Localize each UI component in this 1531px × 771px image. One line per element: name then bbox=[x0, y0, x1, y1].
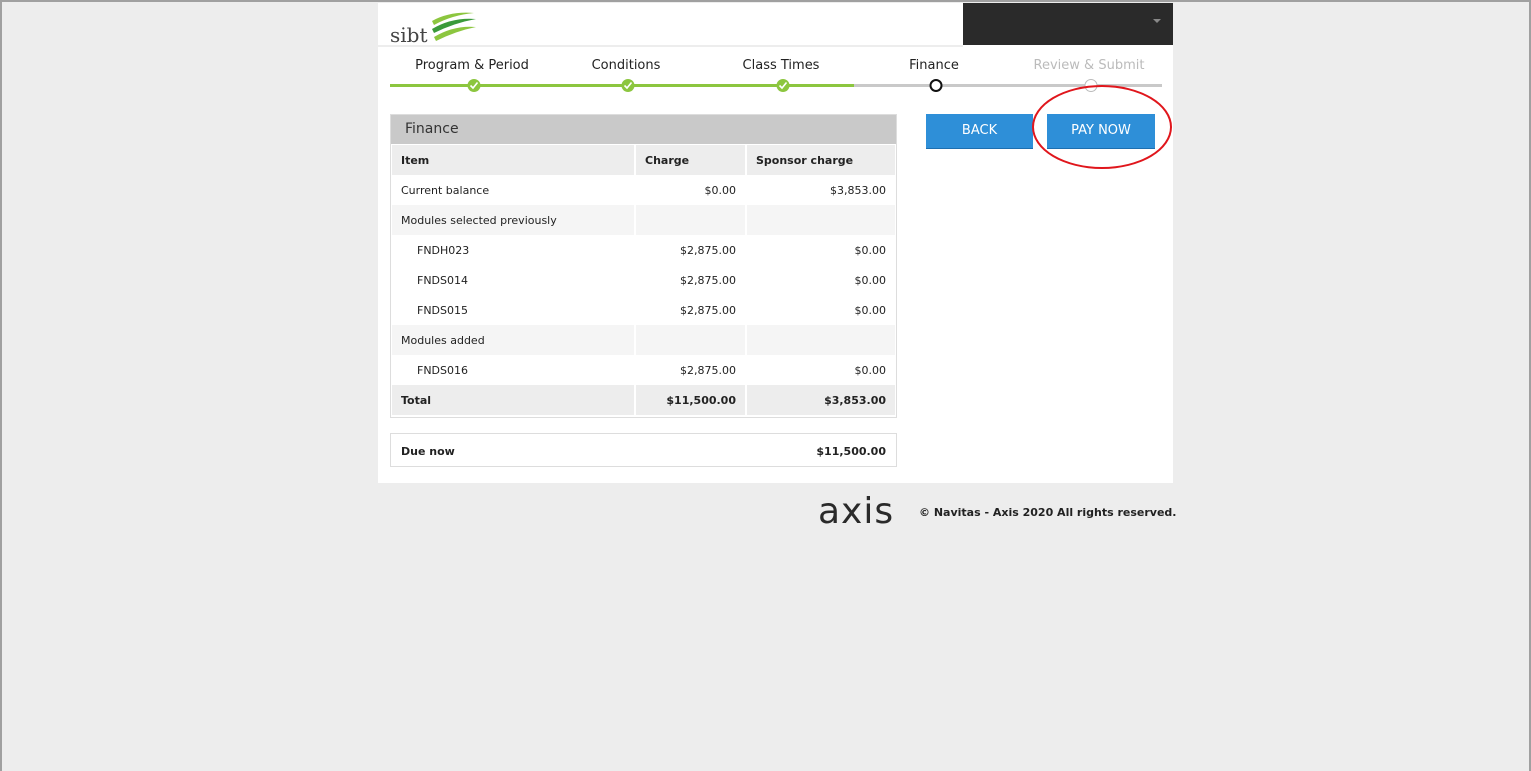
table-row: Modules selected previously bbox=[392, 205, 895, 235]
cell-charge: $2,875.00 bbox=[634, 295, 745, 325]
swoosh-icon bbox=[432, 12, 476, 41]
due-now-box: Due now $11,500.00 bbox=[390, 433, 897, 467]
main-card: sibt Program & Period Conditions Class T… bbox=[378, 3, 1173, 483]
cell-item: Modules selected previously bbox=[392, 205, 634, 235]
table-row: Modules added bbox=[392, 325, 895, 355]
pay-now-button[interactable]: PAY NOW bbox=[1047, 114, 1155, 148]
finance-panel: Finance Item Charge Sponsor charge Curre… bbox=[390, 114, 897, 418]
step-label-class-times[interactable]: Class Times bbox=[743, 58, 820, 73]
check-icon bbox=[469, 81, 479, 90]
header-divider bbox=[378, 45, 963, 47]
cell-sponsor-charge bbox=[745, 325, 895, 355]
cell-charge: $2,875.00 bbox=[634, 355, 745, 385]
cell-sponsor-charge: $3,853.00 bbox=[745, 175, 895, 205]
table-row: FNDS016 $2,875.00 $0.00 bbox=[392, 355, 895, 385]
table-row: FNDS014 $2,875.00 $0.00 bbox=[392, 265, 895, 295]
finance-table: Item Charge Sponsor charge Current balan… bbox=[392, 145, 895, 415]
total-label: Total bbox=[392, 385, 634, 415]
cell-item: Current balance bbox=[401, 183, 490, 197]
axis-logo: axis bbox=[818, 491, 895, 532]
step-label-finance[interactable]: Finance bbox=[909, 58, 959, 73]
due-now-label: Due now bbox=[401, 445, 455, 458]
column-header-item: Item bbox=[392, 145, 634, 175]
check-icon bbox=[778, 81, 788, 90]
column-header-sponsor-charge: Sponsor charge bbox=[745, 145, 895, 175]
cell-sponsor-charge: $0.00 bbox=[745, 355, 895, 385]
step-label-program-period[interactable]: Program & Period bbox=[415, 58, 529, 73]
total-sponsor-charge: $3,853.00 bbox=[745, 385, 895, 415]
back-button[interactable]: BACK bbox=[926, 114, 1033, 148]
table-row: FNDS015 $2,875.00 $0.00 bbox=[392, 295, 895, 325]
cell-item: Modules added bbox=[392, 325, 634, 355]
column-header-charge: Charge bbox=[634, 145, 745, 175]
step-node-review-submit bbox=[1084, 79, 1098, 92]
step-node-finance[interactable] bbox=[929, 79, 943, 92]
cell-sponsor-charge bbox=[745, 205, 895, 235]
finance-panel-title: Finance bbox=[391, 115, 896, 144]
check-icon bbox=[623, 81, 633, 90]
due-now-amount: $11,500.00 bbox=[816, 445, 886, 458]
cell-item: FNDH023 bbox=[417, 243, 470, 257]
step-node-conditions[interactable] bbox=[621, 79, 635, 92]
copyright-text: © Navitas - Axis 2020 All rights reserve… bbox=[919, 506, 1177, 519]
cell-item: FNDS015 bbox=[417, 303, 469, 317]
user-menu-dropdown[interactable] bbox=[963, 3, 1173, 45]
step-node-program-period[interactable] bbox=[467, 79, 481, 92]
cell-item: FNDS016 bbox=[417, 363, 469, 377]
caret-down-icon bbox=[1153, 19, 1161, 23]
cell-sponsor-charge: $0.00 bbox=[745, 295, 895, 325]
step-label-conditions[interactable]: Conditions bbox=[592, 58, 661, 73]
logo-text: sibt bbox=[390, 23, 428, 47]
step-node-class-times[interactable] bbox=[776, 79, 790, 92]
table-row: FNDH023 $2,875.00 $0.00 bbox=[392, 235, 895, 265]
step-label-review-submit: Review & Submit bbox=[1033, 58, 1145, 73]
table-total-row: Total $11,500.00 $3,853.00 bbox=[392, 385, 895, 415]
cell-charge bbox=[634, 325, 745, 355]
sibt-logo[interactable]: sibt bbox=[390, 11, 476, 47]
progress-track-remaining bbox=[854, 84, 1162, 87]
table-header-row: Item Charge Sponsor charge bbox=[392, 145, 895, 175]
cell-sponsor-charge: $0.00 bbox=[745, 235, 895, 265]
cell-charge: $2,875.00 bbox=[634, 265, 745, 295]
cell-charge: $2,875.00 bbox=[634, 235, 745, 265]
cell-charge: $0.00 bbox=[634, 175, 745, 205]
cell-charge bbox=[634, 205, 745, 235]
total-charge: $11,500.00 bbox=[634, 385, 745, 415]
cell-sponsor-charge: $0.00 bbox=[745, 265, 895, 295]
table-row: Current balance $0.00 $3,853.00 bbox=[392, 175, 895, 205]
cell-item: FNDS014 bbox=[417, 273, 469, 287]
